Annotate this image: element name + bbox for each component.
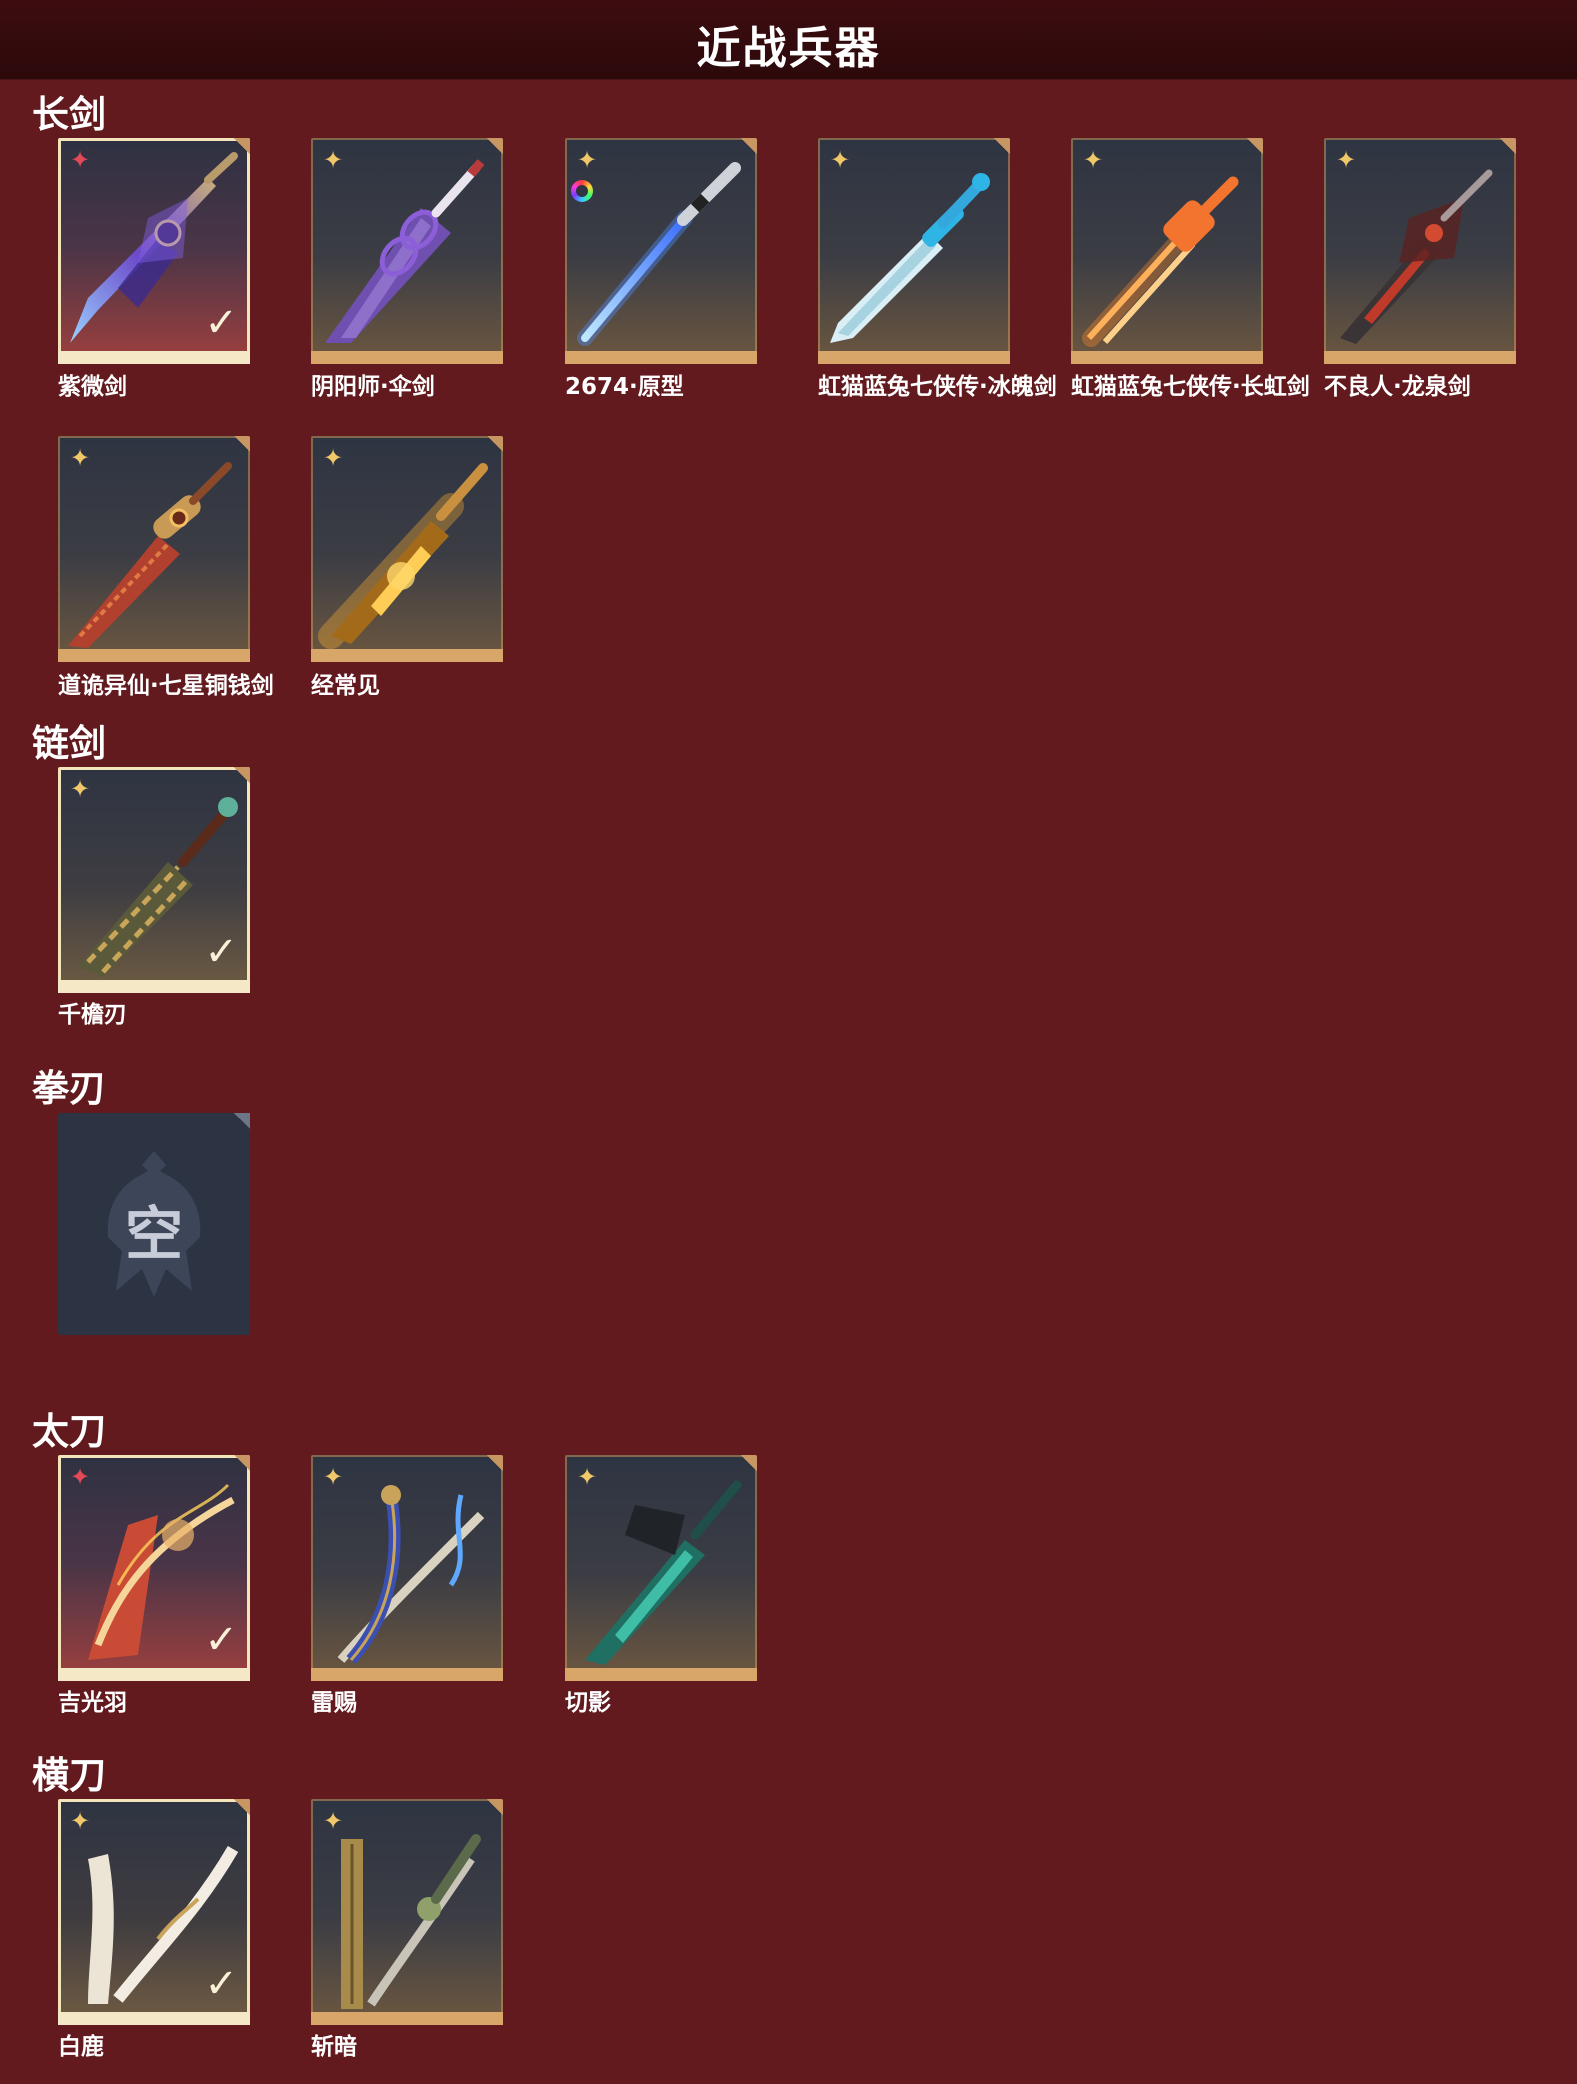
weapon-name: 经常见: [311, 673, 380, 699]
weapon-name: 虹猫蓝兔七侠传·长虹剑: [1071, 374, 1310, 400]
card-rarity-bar: [58, 1668, 250, 1681]
red-star-icon: ✦: [69, 1463, 91, 1491]
card-rarity-bar: [818, 351, 1010, 364]
corner-tag-icon: [487, 436, 503, 452]
weapon-card-qixing[interactable]: ✦: [58, 436, 250, 662]
corner-tag-icon: [234, 1455, 250, 1471]
corner-tag-icon: [994, 138, 1010, 154]
weapon-card-bailu[interactable]: ✦ ✓: [58, 1799, 250, 2025]
corner-tag-icon: [234, 138, 250, 154]
check-icon: ✓: [204, 1961, 238, 2007]
weapon-name: 紫微剑: [58, 374, 127, 400]
corner-tag-icon: [487, 1455, 503, 1471]
empty-slot-label: 空: [124, 1200, 183, 1268]
gold-star-icon: ✦: [1082, 146, 1104, 174]
card-rarity-bar: [565, 351, 757, 364]
weapon-card-jiguangyu[interactable]: ✦ ✓: [58, 1455, 250, 1681]
card-rarity-bar: [311, 2012, 503, 2025]
weapon-name: 雷赐: [311, 1690, 357, 1716]
corner-tag-icon: [741, 1455, 757, 1471]
weapon-card-qianyanren[interactable]: ✦ ✓: [58, 767, 250, 993]
weapon-name: 白鹿: [58, 2034, 104, 2060]
section-title-longsword: 长剑: [32, 93, 106, 136]
gold-star-icon: ✦: [322, 146, 344, 174]
corner-tag-icon: [234, 1113, 250, 1129]
corner-tag-icon: [234, 1799, 250, 1815]
corner-tag-icon: [487, 1799, 503, 1815]
check-icon: ✓: [204, 1617, 238, 1663]
weapon-name: 斩暗: [311, 2034, 357, 2060]
card-rarity-bar: [565, 1668, 757, 1681]
gold-star-icon: ✦: [1335, 146, 1357, 174]
corner-tag-icon: [487, 138, 503, 154]
section-title-tachi: 太刀: [32, 1410, 106, 1453]
gold-star-icon: ✦: [576, 146, 598, 174]
corner-tag-icon: [741, 138, 757, 154]
gold-star-icon: ✦: [69, 1807, 91, 1835]
corner-tag-icon: [234, 767, 250, 783]
weapon-card-zhanan[interactable]: ✦: [311, 1799, 503, 2025]
weapon-card-2674[interactable]: ✦: [565, 138, 757, 364]
weapon-card-leici[interactable]: ✦: [311, 1455, 503, 1681]
card-rarity-bar: [1071, 351, 1263, 364]
card-rarity-bar: [311, 1668, 503, 1681]
section-title-fistblade: 拳刃: [32, 1067, 106, 1110]
card-rarity-bar: [311, 649, 503, 662]
card-rarity-bar: [58, 980, 250, 993]
card-rarity-bar: [58, 2012, 250, 2025]
header-bar: 近战兵器: [0, 0, 1577, 80]
weapon-name: 吉光羽: [58, 1690, 127, 1716]
card-rarity-bar: [58, 649, 250, 662]
gold-star-icon: ✦: [829, 146, 851, 174]
weapon-name: 切影: [565, 1690, 611, 1716]
weapon-card-yinyangshi[interactable]: ✦: [311, 138, 503, 364]
page-title: 近战兵器: [696, 23, 881, 74]
gold-star-icon: ✦: [576, 1463, 598, 1491]
check-icon: ✓: [204, 929, 238, 975]
red-star-icon: ✦: [69, 146, 91, 174]
gold-star-icon: ✦: [322, 444, 344, 472]
corner-tag-icon: [234, 436, 250, 452]
card-rarity-bar: [311, 351, 503, 364]
weapon-card-jingchangjian[interactable]: ✦: [311, 436, 503, 662]
card-rarity-bar: [1324, 351, 1516, 364]
corner-tag-icon: [1500, 138, 1516, 154]
card-rarity-bar: [58, 351, 250, 364]
check-icon: ✓: [204, 300, 238, 346]
weapon-card-bingpo[interactable]: ✦: [818, 138, 1010, 364]
gold-star-icon: ✦: [69, 444, 91, 472]
weapon-name: 阴阳师·伞剑: [311, 374, 435, 400]
weapon-name: 千檐刃: [58, 1002, 127, 1028]
weapon-card-qieying[interactable]: ✦: [565, 1455, 757, 1681]
weapon-card-ziwei[interactable]: ✦ ✓: [58, 138, 250, 364]
weapon-name: 不良人·龙泉剑: [1324, 374, 1471, 400]
gold-star-icon: ✦: [322, 1807, 344, 1835]
section-title-chainsword: 链剑: [32, 722, 106, 765]
empty-weapon-slot[interactable]: 空: [58, 1113, 250, 1335]
weapon-name: 2674·原型: [565, 374, 684, 400]
gold-star-icon: ✦: [322, 1463, 344, 1491]
corner-tag-icon: [1247, 138, 1263, 154]
weapon-name: 虹猫蓝兔七侠传·冰魄剑: [818, 374, 1057, 400]
gold-star-icon: ✦: [69, 775, 91, 803]
weapon-card-changhong[interactable]: ✦: [1071, 138, 1263, 364]
color-wheel-icon: [571, 180, 593, 202]
weapon-name: 道诡异仙·七星铜钱剑: [58, 673, 274, 699]
section-title-hengdao: 横刀: [32, 1754, 106, 1797]
weapon-card-longquan[interactable]: ✦: [1324, 138, 1516, 364]
